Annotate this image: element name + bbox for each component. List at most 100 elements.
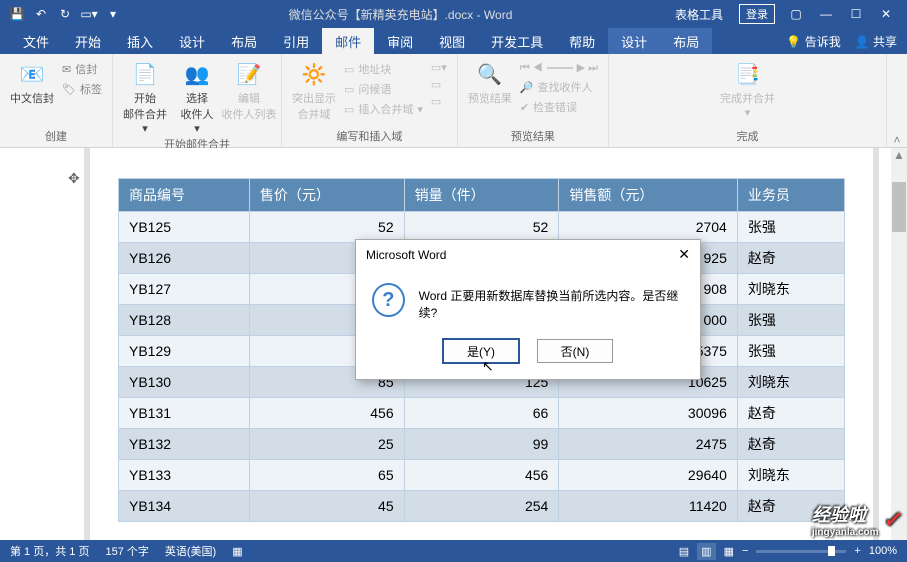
minimize-icon[interactable]: — xyxy=(811,3,841,25)
table-cell[interactable]: 张强 xyxy=(737,212,844,243)
tab-devtools[interactable]: 开发工具 xyxy=(478,28,556,54)
table-anchor-icon[interactable]: ✥ xyxy=(68,170,80,187)
check-errors-button[interactable]: ✔检查错误 xyxy=(518,98,600,116)
table-cell[interactable]: YB132 xyxy=(119,429,250,460)
tab-table-layout[interactable]: 布局 xyxy=(660,28,712,54)
view-web-icon[interactable]: ▦ xyxy=(724,545,734,558)
labels-button[interactable]: 🏷标签 xyxy=(60,80,104,98)
macro-icon[interactable]: ▦ xyxy=(232,545,242,558)
table-cell[interactable]: YB131 xyxy=(119,398,250,429)
view-read-icon[interactable]: ▤ xyxy=(679,545,689,558)
table-cell[interactable]: 张强 xyxy=(737,336,844,367)
language-indicator[interactable]: 英语(美国) xyxy=(165,543,216,559)
tab-home[interactable]: 开始 xyxy=(62,28,114,54)
table-cell[interactable]: 张强 xyxy=(737,305,844,336)
table-header[interactable]: 销售额（元） xyxy=(559,179,738,212)
table-row[interactable]: YB1336545629640刘晓东 xyxy=(119,460,845,491)
table-cell[interactable]: 30096 xyxy=(559,398,738,429)
table-cell[interactable]: YB134 xyxy=(119,491,250,522)
table-header[interactable]: 销量（件） xyxy=(404,179,559,212)
table-row[interactable]: YB13225992475赵奇 xyxy=(119,429,845,460)
table-cell[interactable]: YB127 xyxy=(119,274,250,305)
table-cell[interactable]: 65 xyxy=(249,460,404,491)
tell-me[interactable]: 💡 告诉我 xyxy=(786,33,840,50)
undo-icon[interactable]: ↶ xyxy=(30,3,52,25)
word-count[interactable]: 157 个字 xyxy=(105,543,148,559)
record-nav[interactable]: ⏮ ◀ ▶ ⏭ xyxy=(518,60,600,76)
scrollbar-thumb[interactable] xyxy=(892,182,906,232)
zoom-slider[interactable] xyxy=(756,550,846,553)
table-cell[interactable]: 66 xyxy=(404,398,559,429)
table-cell[interactable]: YB125 xyxy=(119,212,250,243)
table-cell[interactable]: 赵奇 xyxy=(737,398,844,429)
envelope-button[interactable]: ✉信封 xyxy=(60,60,104,78)
table-cell[interactable]: YB133 xyxy=(119,460,250,491)
tab-mailings[interactable]: 邮件 xyxy=(322,28,374,54)
finish-merge-button[interactable]: 📑完成并合并▾ xyxy=(724,58,772,119)
table-cell[interactable]: YB129 xyxy=(119,336,250,367)
dialog-close-icon[interactable]: ✕ xyxy=(678,246,690,263)
table-cell[interactable]: 刘晓东 xyxy=(737,460,844,491)
rules-button[interactable]: ▭▾ xyxy=(429,60,449,75)
table-cell[interactable]: 2475 xyxy=(559,429,738,460)
table-header[interactable]: 售价（元） xyxy=(249,179,404,212)
find-recipient-button[interactable]: 🔎查找收件人 xyxy=(518,78,600,96)
table-cell[interactable]: 456 xyxy=(249,398,404,429)
table-row[interactable]: YB12552522704张强 xyxy=(119,212,845,243)
table-cell[interactable]: 52 xyxy=(249,212,404,243)
highlight-fields-button[interactable]: 🔆突出显示 合并域 xyxy=(290,58,338,122)
tab-design[interactable]: 设计 xyxy=(166,28,218,54)
table-cell[interactable]: 2704 xyxy=(559,212,738,243)
address-block-button[interactable]: ▭地址块 xyxy=(342,60,425,78)
view-print-icon[interactable]: ▥ xyxy=(697,543,715,560)
table-cell[interactable]: 刘晓东 xyxy=(737,274,844,305)
preview-results-button[interactable]: 🔍预览结果 xyxy=(466,58,514,106)
table-cell[interactable]: 刘晓东 xyxy=(737,367,844,398)
table-cell[interactable]: 254 xyxy=(404,491,559,522)
tab-references[interactable]: 引用 xyxy=(270,28,322,54)
zoom-in-icon[interactable]: + xyxy=(854,545,860,557)
table-cell[interactable]: 456 xyxy=(404,460,559,491)
chinese-envelope-button[interactable]: 📧中文信封 xyxy=(8,58,56,106)
tab-table-design[interactable]: 设计 xyxy=(608,28,660,54)
table-cell[interactable]: 赵奇 xyxy=(737,429,844,460)
no-button[interactable]: 否(N) xyxy=(537,339,613,363)
table-cell[interactable]: 99 xyxy=(404,429,559,460)
save-icon[interactable]: 💾 xyxy=(6,3,28,25)
collapse-ribbon-icon[interactable]: ˄ xyxy=(887,54,907,147)
table-cell[interactable]: YB130 xyxy=(119,367,250,398)
table-header[interactable]: 业务员 xyxy=(737,179,844,212)
vertical-scrollbar[interactable]: ▲ xyxy=(891,148,907,540)
tab-layout[interactable]: 布局 xyxy=(218,28,270,54)
page-indicator[interactable]: 第 1 页，共 1 页 xyxy=(10,543,89,559)
login-button[interactable]: 登录 xyxy=(739,4,775,24)
table-cell[interactable]: 25 xyxy=(249,429,404,460)
table-cell[interactable]: 52 xyxy=(404,212,559,243)
table-row[interactable]: YB1314566630096赵奇 xyxy=(119,398,845,429)
tab-insert[interactable]: 插入 xyxy=(114,28,166,54)
redo-icon[interactable]: ↻ xyxy=(54,3,76,25)
table-cell[interactable]: 赵奇 xyxy=(737,243,844,274)
tab-review[interactable]: 审阅 xyxy=(374,28,426,54)
yes-button[interactable]: 是(Y)↖ xyxy=(443,339,519,363)
select-recipients-button[interactable]: 👥选择 收件人▾ xyxy=(173,58,221,135)
repeat-icon[interactable]: ▭▾ xyxy=(78,3,100,25)
table-row[interactable]: YB1344525411420赵奇 xyxy=(119,491,845,522)
table-cell[interactable]: YB126 xyxy=(119,243,250,274)
tab-view[interactable]: 视图 xyxy=(426,28,478,54)
maximize-icon[interactable]: ☐ xyxy=(841,3,871,25)
edit-recipients-button[interactable]: 📝编辑 收件人列表 xyxy=(225,58,273,122)
zoom-out-icon[interactable]: − xyxy=(742,545,748,557)
close-icon[interactable]: ✕ xyxy=(871,3,901,25)
insert-field-button[interactable]: ▭插入合并域 ▾ xyxy=(342,100,425,118)
start-merge-button[interactable]: 📄开始 邮件合并▾ xyxy=(121,58,169,135)
qat-customize-icon[interactable]: ▾ xyxy=(102,3,124,25)
table-header[interactable]: 商品编号 xyxy=(119,179,250,212)
ribbon-display-icon[interactable]: ▢ xyxy=(781,3,811,25)
tab-help[interactable]: 帮助 xyxy=(556,28,608,54)
table-cell[interactable]: 29640 xyxy=(559,460,738,491)
table-cell[interactable]: 45 xyxy=(249,491,404,522)
greeting-button[interactable]: ▭问候语 xyxy=(342,80,425,98)
update-labels-button[interactable]: ▭ xyxy=(429,94,449,109)
tab-file[interactable]: 文件 xyxy=(10,28,62,54)
